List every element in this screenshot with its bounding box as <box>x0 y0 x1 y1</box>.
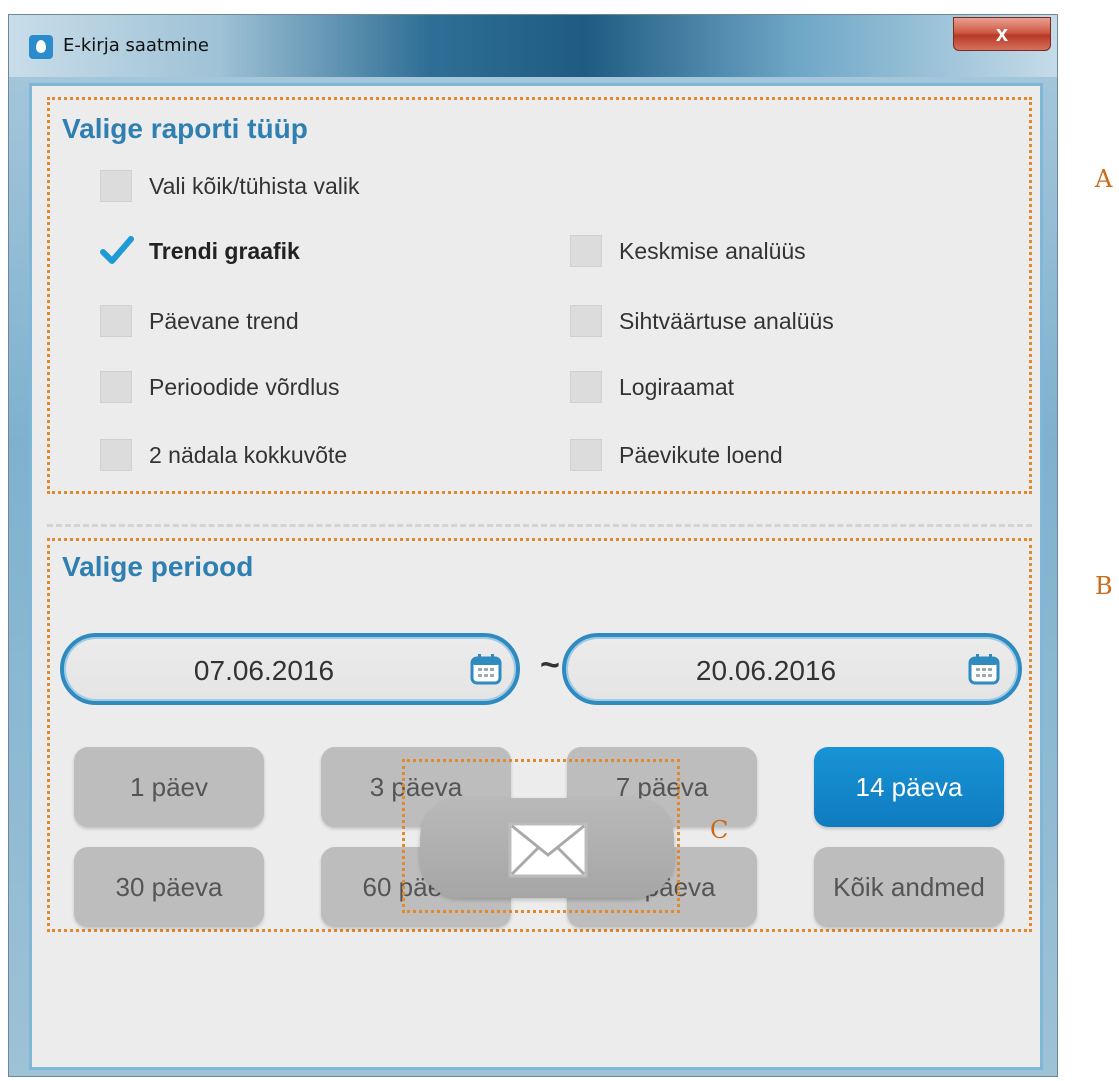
end-date-field[interactable]: 20.06.2016 <box>562 633 1022 705</box>
dialog-content: Valige raporti tüüp Vali kõik/tühista va… <box>29 83 1043 1070</box>
window-title: E-kirja saatmine <box>63 35 209 56</box>
checkmark-icon <box>100 236 134 264</box>
period-comparison-checkbox[interactable] <box>100 371 132 403</box>
daily-trend-checkbox[interactable] <box>100 305 132 337</box>
email-dialog-window: E-kirja saatmine x Valige raporti tüüp V… <box>8 14 1058 1077</box>
send-email-button[interactable] <box>420 798 674 898</box>
period-button-30-days[interactable]: 30 päeva <box>74 847 264 927</box>
annotation-a: A <box>1095 165 1113 193</box>
period-button-all-data[interactable]: Kõik andmed <box>814 847 1004 927</box>
end-date-value: 20.06.2016 <box>695 655 837 686</box>
diary-list-label: Päevikute loend <box>619 441 783 468</box>
target-analysis-checkbox[interactable] <box>570 305 602 337</box>
period-button-1-day[interactable]: 1 päev <box>74 747 264 827</box>
trend-graph-label: Trendi graafik <box>149 237 300 264</box>
option-diary-list[interactable]: Päevikute loend <box>570 435 783 475</box>
period-comparison-label: Perioodide võrdlus <box>149 373 340 400</box>
option-target-analysis[interactable]: Sihtväärtuse analüüs <box>570 301 834 341</box>
option-logbook[interactable]: Logiraamat <box>570 367 734 407</box>
date-range-separator: ~ <box>540 646 560 684</box>
option-daily-trend[interactable]: Päevane trend <box>100 301 299 341</box>
calendar-icon[interactable] <box>968 653 1000 685</box>
daily-trend-label: Päevane trend <box>149 307 299 334</box>
section-divider <box>47 524 1032 527</box>
report-type-title: Valige raporti tüüp <box>62 113 308 144</box>
start-date-field[interactable]: 07.06.2016 <box>60 633 520 705</box>
option-period-comparison[interactable]: Perioodide võrdlus <box>100 367 340 407</box>
option-average-analysis[interactable]: Keskmise analüüs <box>570 231 806 271</box>
annotation-b: B <box>1095 572 1113 600</box>
close-button[interactable]: x <box>953 17 1051 51</box>
select-all-label: Vali kõik/tühista valik <box>149 172 360 199</box>
app-droplet-icon <box>29 35 53 59</box>
period-title: Valige periood <box>62 551 254 582</box>
two-week-summary-checkbox[interactable] <box>100 439 132 471</box>
option-trend-graph[interactable]: Trendi graafik <box>100 231 300 271</box>
select-all-checkbox-row[interactable]: Vali kõik/tühista valik <box>100 166 360 206</box>
trend-graph-checkbox[interactable] <box>100 235 134 267</box>
start-date-value: 07.06.2016 <box>193 655 335 686</box>
logbook-checkbox[interactable] <box>570 371 602 403</box>
average-analysis-checkbox[interactable] <box>570 235 602 267</box>
option-two-week-summary[interactable]: 2 nädala kokkuvõte <box>100 435 347 475</box>
select-all-checkbox[interactable] <box>100 170 132 202</box>
calendar-icon[interactable] <box>470 653 502 685</box>
title-bar[interactable]: E-kirja saatmine x <box>9 15 1057 77</box>
period-button-14-days[interactable]: 14 päeva <box>814 747 1004 827</box>
target-analysis-label: Sihtväärtuse analüüs <box>619 307 834 334</box>
annotation-c: C <box>710 816 729 844</box>
diary-list-checkbox[interactable] <box>570 439 602 471</box>
envelope-icon <box>508 822 588 878</box>
average-analysis-label: Keskmise analüüs <box>619 237 806 264</box>
logbook-label: Logiraamat <box>619 373 735 400</box>
two-week-summary-label: 2 nädala kokkuvõte <box>149 441 348 468</box>
